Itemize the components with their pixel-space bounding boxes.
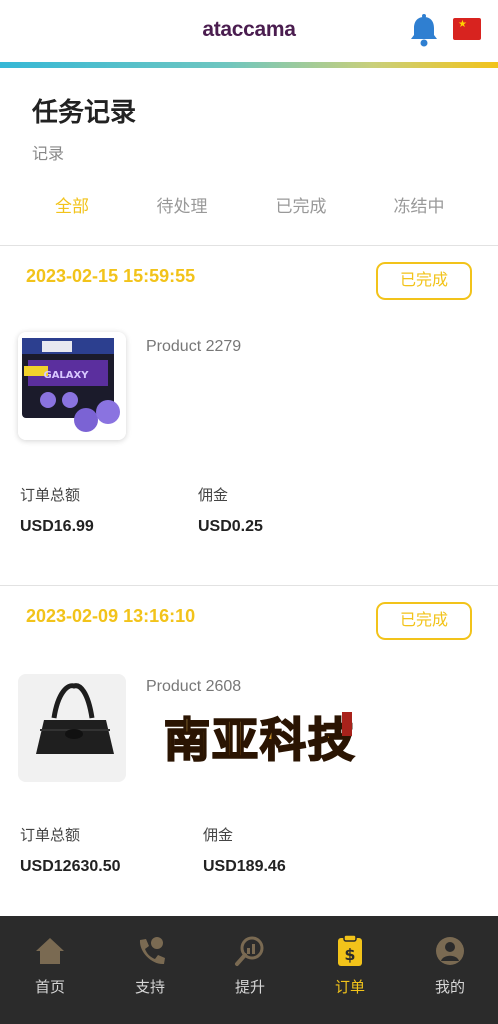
svg-text:$: $: [344, 945, 355, 964]
flag-star-icon: ★: [458, 19, 467, 30]
page-title: 任务记录: [32, 97, 137, 127]
upgrade-search-icon: [234, 934, 266, 968]
nav-upgrade[interactable]: 提升: [200, 916, 300, 1024]
bottom-nav: 首页 支持 提升 $ 订单 我的: [0, 916, 498, 1024]
user-icon: [434, 934, 466, 968]
top-bar: ataccama ★: [0, 0, 498, 62]
order-total-label: 订单总额: [20, 827, 81, 844]
nav-label: 订单: [334, 979, 365, 996]
order-total-label: 订单总额: [20, 487, 81, 504]
nav-home[interactable]: 首页: [0, 916, 100, 1024]
order-total-value: USD16.99: [20, 518, 94, 535]
watermark-logo: 南亚科技: [163, 700, 364, 776]
nav-orders[interactable]: $ 订单: [300, 916, 400, 1024]
tab-all[interactable]: 全部: [22, 192, 122, 217]
order-total-value: USD12630.50: [20, 858, 121, 875]
order-clipboard-icon: $: [334, 934, 366, 968]
thumbstick-caps-product-image[interactable]: GALAXY: [18, 332, 126, 440]
bell-icon[interactable]: [408, 14, 440, 48]
commission-label: 佣金: [198, 487, 229, 504]
tab-completed[interactable]: 已完成: [251, 192, 351, 217]
order-date: 2023-02-15 15:59:55: [26, 266, 196, 286]
commission-value: USD189.46: [203, 858, 286, 875]
nav-label: 首页: [34, 979, 65, 996]
status-tabs: 全部 待处理 已完成 冻结中: [0, 192, 498, 222]
nav-support[interactable]: 支持: [100, 916, 200, 1024]
nav-label: 提升: [234, 979, 265, 996]
nav-label: 支持: [134, 979, 165, 996]
product-name: Product 2608: [146, 678, 242, 695]
home-icon: [34, 934, 66, 968]
phone-support-icon: [134, 934, 166, 968]
china-flag-icon[interactable]: ★: [453, 18, 481, 40]
nav-profile[interactable]: 我的: [400, 916, 498, 1024]
tab-pending[interactable]: 待处理: [132, 192, 232, 217]
product-name: Product 2279: [146, 338, 242, 355]
status-badge[interactable]: 已完成: [376, 602, 472, 640]
status-badge[interactable]: 已完成: [376, 262, 472, 300]
svg-text:南亚科技: 南亚科技: [164, 713, 356, 767]
commission-value: USD0.25: [198, 518, 263, 535]
order-card: 2023-02-15 15:59:55 已完成 GALAXY Product 2…: [0, 246, 498, 546]
tab-frozen[interactable]: 冻结中: [369, 192, 469, 217]
black-handbag-product-image[interactable]: [18, 674, 126, 782]
page-subtitle: 记录: [32, 146, 65, 163]
order-date: 2023-02-09 13:16:10: [26, 606, 196, 626]
nav-label: 我的: [434, 979, 465, 996]
commission-label: 佣金: [203, 827, 234, 844]
header-gradient-bar: [0, 62, 498, 68]
svg-text:GALAXY: GALAXY: [43, 370, 89, 381]
